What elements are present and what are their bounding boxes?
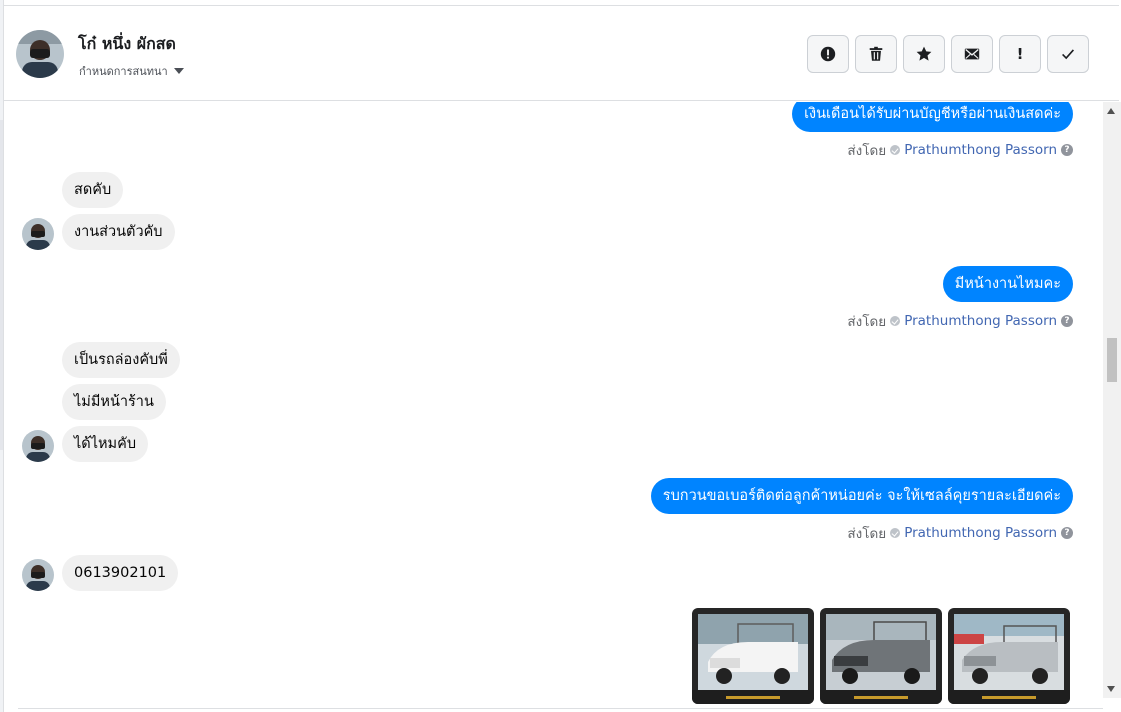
sent-by-label: ส่งโดย bbox=[847, 314, 887, 330]
outgoing-message: เงินเดือนได้รับผ่านบัญชีหรือผ่านเงินสดค่… bbox=[792, 102, 1073, 132]
help-icon[interactable]: ? bbox=[1061, 144, 1073, 156]
report-button[interactable] bbox=[807, 35, 849, 73]
alert-circle-icon bbox=[820, 46, 836, 62]
message-thread: เงินเดือนได้รับผ่านบัญชีหรือผ่านเงินสดค่… bbox=[4, 102, 1103, 708]
trash-icon bbox=[869, 46, 883, 61]
scroll-down-arrow-icon[interactable] bbox=[1107, 686, 1115, 692]
contact-avatar-small[interactable] bbox=[22, 430, 54, 462]
truck-photo-dark-icon bbox=[826, 614, 936, 690]
image-attachments bbox=[692, 608, 1070, 704]
message-bubble[interactable]: รบกวนขอเบอร์ติดต่อลูกค้าหน่อยค่ะ จะให้เซ… bbox=[650, 478, 1073, 514]
incoming-message: ไม่มีหน้าร้าน bbox=[62, 384, 166, 420]
truck-photo-silver-icon bbox=[954, 614, 1064, 690]
inbox-conversation-panel: โก๋ หนึ่ง ผักสด กำหนดการสนทนา ! เงินเดือ… bbox=[0, 0, 1121, 712]
contact-avatar-small[interactable] bbox=[22, 218, 54, 250]
truck-photo-white-icon bbox=[698, 614, 808, 690]
outgoing-message: รบกวนขอเบอร์ติดต่อลูกค้าหน่อยค่ะ จะให้เซ… bbox=[650, 478, 1073, 514]
caret-down-icon bbox=[173, 68, 184, 74]
outgoing-message: มีหน้างานไหมคะ bbox=[942, 266, 1073, 302]
conversation-header: โก๋ หนึ่ง ผักสด กำหนดการสนทนา ! bbox=[4, 5, 1119, 101]
composer-top-edge bbox=[18, 708, 1103, 712]
verified-dot-icon bbox=[890, 316, 901, 326]
important-button[interactable]: ! bbox=[999, 35, 1041, 73]
message-bubble[interactable]: เงินเดือนได้รับผ่านบัญชีหรือผ่านเงินสดค่… bbox=[792, 102, 1073, 132]
verified-dot-icon bbox=[890, 145, 901, 155]
thread-scrollbar[interactable] bbox=[1103, 102, 1121, 698]
contact-name: โก๋ หนึ่ง ผักสด bbox=[78, 34, 176, 53]
assign-conversation-dropdown[interactable]: กำหนดการสนทนา bbox=[79, 62, 184, 80]
assign-conversation-label: กำหนดการสนทนา bbox=[79, 65, 168, 78]
incoming-message: 0613902101 bbox=[62, 555, 179, 591]
message-bubble[interactable]: มีหน้างานไหมคะ bbox=[942, 266, 1073, 302]
contact-avatar[interactable] bbox=[16, 30, 64, 78]
sender-name[interactable]: Prathumthong Passorn bbox=[904, 142, 1057, 158]
message-bubble[interactable]: สดคับ bbox=[62, 172, 124, 208]
image-attachment[interactable] bbox=[820, 608, 942, 704]
sender-name[interactable]: Prathumthong Passorn bbox=[904, 313, 1057, 329]
sent-by-label: ส่งโดย bbox=[847, 526, 887, 542]
help-icon[interactable]: ? bbox=[1061, 315, 1073, 327]
star-button[interactable] bbox=[903, 35, 945, 73]
incoming-message: สดคับ bbox=[62, 172, 124, 208]
scroll-thumb[interactable] bbox=[1107, 338, 1117, 382]
sent-by-line: ส่งโดย Prathumthong Passorn ? bbox=[847, 522, 1073, 544]
delete-button[interactable] bbox=[855, 35, 897, 73]
scroll-up-arrow-icon[interactable] bbox=[1107, 108, 1115, 114]
message-bubble[interactable]: เป็นรถล่องคับพี่ bbox=[62, 342, 180, 378]
sent-by-line: ส่งโดย Prathumthong Passorn ? bbox=[847, 310, 1073, 332]
sent-by-line: ส่งโดย Prathumthong Passorn ? bbox=[847, 139, 1073, 161]
verified-dot-icon bbox=[890, 528, 901, 538]
message-bubble[interactable]: ได้ไหมคับ bbox=[62, 426, 149, 462]
sent-by-label: ส่งโดย bbox=[847, 143, 887, 159]
mark-unread-button[interactable] bbox=[951, 35, 993, 73]
image-attachment[interactable] bbox=[692, 608, 814, 704]
envelope-icon bbox=[964, 48, 980, 60]
contact-avatar-small[interactable] bbox=[22, 559, 54, 591]
check-icon bbox=[1062, 49, 1075, 60]
message-bubble[interactable]: งานส่วนตัวคับ bbox=[62, 214, 175, 250]
incoming-message: ได้ไหมคับ bbox=[62, 426, 149, 462]
incoming-message: เป็นรถล่องคับพี่ bbox=[62, 342, 180, 378]
sender-name[interactable]: Prathumthong Passorn bbox=[904, 525, 1057, 541]
help-icon[interactable]: ? bbox=[1061, 527, 1073, 539]
exclamation-icon: ! bbox=[1016, 45, 1024, 63]
image-attachment[interactable] bbox=[948, 608, 1070, 704]
done-button[interactable] bbox=[1047, 35, 1089, 73]
message-bubble[interactable]: 0613902101 bbox=[62, 555, 179, 591]
message-bubble[interactable]: ไม่มีหน้าร้าน bbox=[62, 384, 166, 420]
star-icon bbox=[916, 46, 932, 61]
header-actions: ! bbox=[807, 35, 1089, 73]
incoming-message: งานส่วนตัวคับ bbox=[62, 214, 175, 250]
